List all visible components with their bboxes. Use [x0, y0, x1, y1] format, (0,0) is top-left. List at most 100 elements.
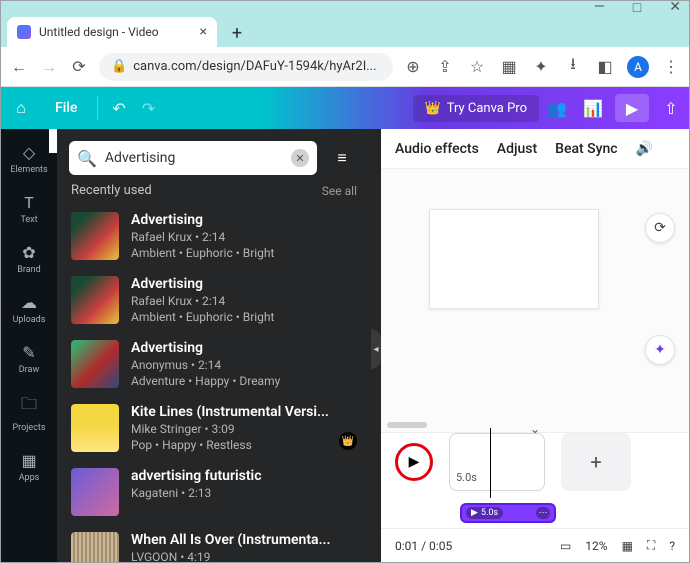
reset-icon[interactable]: ⟳ — [645, 213, 675, 243]
track-meta: Rafael Krux • 2:14 — [131, 230, 357, 244]
url-text: canva.com/design/DAFuY-1594k/hyAr2I... — [133, 59, 376, 74]
home-icon[interactable]: ⌂ — [1, 98, 41, 118]
file-menu[interactable]: File — [41, 100, 91, 116]
share-button-icon[interactable]: ⇧ — [653, 99, 689, 118]
extensions-icon[interactable]: ✦ — [531, 57, 551, 76]
fullscreen-icon[interactable]: ⛶ — [647, 538, 655, 553]
sidenav-uploads[interactable]: ☁Uploads — [1, 285, 57, 333]
filter-button[interactable]: ≡ — [325, 141, 359, 175]
magic-icon[interactable]: ✦ — [645, 335, 675, 365]
window-titlebar: — □ ✕ — [1, 1, 689, 13]
sidenav-draw[interactable]: ✎Draw — [1, 335, 57, 383]
sidenav-projects[interactable]: 🗀Projects — [1, 385, 57, 441]
clip-duration-pill: ▶ 5.0s — [466, 507, 503, 519]
draw-icon: ✎ — [22, 343, 35, 362]
search-input[interactable] — [105, 150, 283, 166]
zoom-icon[interactable]: ⊕ — [403, 57, 423, 76]
lock-icon: 🔒 — [111, 59, 127, 74]
volume-icon[interactable]: 🔊 — [636, 141, 653, 157]
audio-track[interactable]: Advertising Anonymus • 2:14 Adventure • … — [57, 332, 371, 396]
track-thumbnail — [71, 532, 119, 562]
browser-tabstrip: Untitled design - Video × + — [1, 13, 689, 47]
undo-icon[interactable]: ↶ — [104, 99, 133, 118]
profile-avatar[interactable]: A — [627, 56, 649, 78]
audio-list: Advertising Rafael Krux • 2:14 Ambient •… — [57, 204, 371, 562]
gallery-icon[interactable]: ▦ — [499, 57, 519, 76]
sidenav-text[interactable]: TText — [1, 185, 57, 233]
stage[interactable]: ⟳ ✦ ⌄ — [381, 169, 689, 432]
track-meta: Anonymus • 2:14 — [131, 358, 357, 372]
track-title: Advertising — [131, 276, 357, 292]
audio-effects-button[interactable]: Audio effects — [395, 141, 479, 157]
folder-icon: 🗀 — [21, 393, 37, 420]
side-nav: ◇Elements TText ✿Brand ☁Uploads ✎Draw 🗀P… — [1, 129, 57, 562]
redo-icon[interactable]: ↷ — [134, 99, 163, 118]
audio-panel: 🔍 ✕ ≡ Recently used See all Advertising … — [57, 129, 371, 562]
video-frame-preview[interactable] — [429, 209, 599, 309]
see-all-link[interactable]: See all — [322, 184, 357, 198]
brand-icon: ✿ — [22, 243, 35, 262]
canvas-toolbar: Audio effects Adjust Beat Sync 🔊 — [381, 129, 689, 169]
clear-search-icon[interactable]: ✕ — [291, 149, 309, 167]
collaborators-icon[interactable]: 👥 — [539, 99, 575, 118]
crown-icon: 👑 — [425, 101, 441, 116]
sidenav-scroll-indicator — [49, 129, 57, 153]
try-pro-button[interactable]: 👑 Try Canva Pro — [413, 95, 539, 122]
zoom-level[interactable]: 12% — [585, 539, 607, 553]
grid-view-icon[interactable]: ▦ — [622, 539, 633, 553]
premium-crown-icon: 👑 — [339, 432, 357, 450]
sidepanel-icon[interactable]: ◧ — [595, 57, 615, 76]
new-tab-button[interactable]: + — [223, 19, 251, 47]
track-title: When All Is Over (Instrumenta... — [131, 532, 357, 548]
star-icon[interactable]: ☆ — [467, 57, 487, 76]
track-thumbnail — [71, 276, 119, 324]
timeline: ▶ 5.0s + ▶ 5.0s ⋯ — [381, 432, 689, 562]
pages-view-icon[interactable]: ▭ — [560, 539, 571, 553]
adjust-button[interactable]: Adjust — [497, 141, 537, 157]
sidenav-apps[interactable]: ▦Apps — [1, 443, 57, 491]
insights-icon[interactable]: 📊 — [575, 99, 611, 118]
audio-track[interactable]: When All Is Over (Instrumenta... LVGOON … — [57, 524, 371, 562]
add-frame-button[interactable]: + — [561, 433, 631, 491]
timeline-play-button[interactable]: ▶ — [395, 443, 433, 481]
clip-menu-icon[interactable]: ⋯ — [536, 507, 550, 519]
share-icon[interactable]: ⇪ — [435, 57, 455, 76]
panel-drag-handle[interactable]: ◂ — [371, 129, 381, 562]
track-thumbnail — [71, 212, 119, 260]
track-meta: LVGOON • 4:19 — [131, 550, 357, 562]
menu-icon[interactable]: ⋮ — [661, 57, 681, 76]
track-title: Advertising — [131, 340, 357, 356]
search-box[interactable]: 🔍 ✕ — [69, 141, 317, 175]
shapes-icon: ◇ — [23, 143, 35, 162]
back-icon[interactable]: ← — [9, 57, 29, 77]
track-title: advertising futuristic — [131, 468, 357, 484]
forward-icon[interactable]: → — [39, 57, 59, 77]
tab-title: Untitled design - Video — [39, 25, 159, 39]
track-tags: Pop • Happy • Restless — [131, 438, 357, 452]
collapse-panel-icon[interactable]: ◂ — [371, 329, 381, 369]
download-icon[interactable]: ⭳ — [563, 53, 583, 80]
beat-sync-button[interactable]: Beat Sync — [555, 141, 617, 157]
tab-close-icon[interactable]: × — [200, 24, 207, 40]
recently-used-label: Recently used — [71, 183, 152, 198]
audio-track[interactable]: Advertising Rafael Krux • 2:14 Ambient •… — [57, 268, 371, 332]
apps-icon: ▦ — [21, 451, 36, 470]
audio-track[interactable]: Kite Lines (Instrumental Versi... Mike S… — [57, 396, 371, 460]
browser-tab[interactable]: Untitled design - Video × — [7, 17, 217, 47]
sidenav-brand[interactable]: ✿Brand — [1, 235, 57, 283]
audio-track[interactable]: Advertising Rafael Krux • 2:14 Ambient •… — [57, 204, 371, 268]
favicon-icon — [17, 25, 31, 39]
track-thumbnail — [71, 340, 119, 388]
app-toolbar: ⌂ File ↶ ↷ 👑 Try Canva Pro 👥 📊 ▶ ⇧ — [1, 87, 689, 129]
track-meta: Kagateni • 2:13 — [131, 486, 357, 500]
audio-clip[interactable]: ▶ 5.0s ⋯ — [460, 503, 556, 523]
track-title: Kite Lines (Instrumental Versi... — [131, 404, 357, 420]
reload-icon[interactable]: ⟳ — [69, 57, 89, 76]
timeline-frame[interactable]: 5.0s — [449, 433, 545, 491]
present-button[interactable]: ▶ — [615, 94, 649, 122]
address-url[interactable]: 🔒 canva.com/design/DAFuY-1594k/hyAr2I... — [99, 53, 393, 81]
audio-track[interactable]: advertising futuristic Kagateni • 2:13 — [57, 460, 371, 524]
track-meta: Mike Stringer • 3:09 — [131, 422, 357, 436]
help-icon[interactable]: ? — [669, 539, 675, 553]
playhead[interactable] — [490, 428, 491, 498]
